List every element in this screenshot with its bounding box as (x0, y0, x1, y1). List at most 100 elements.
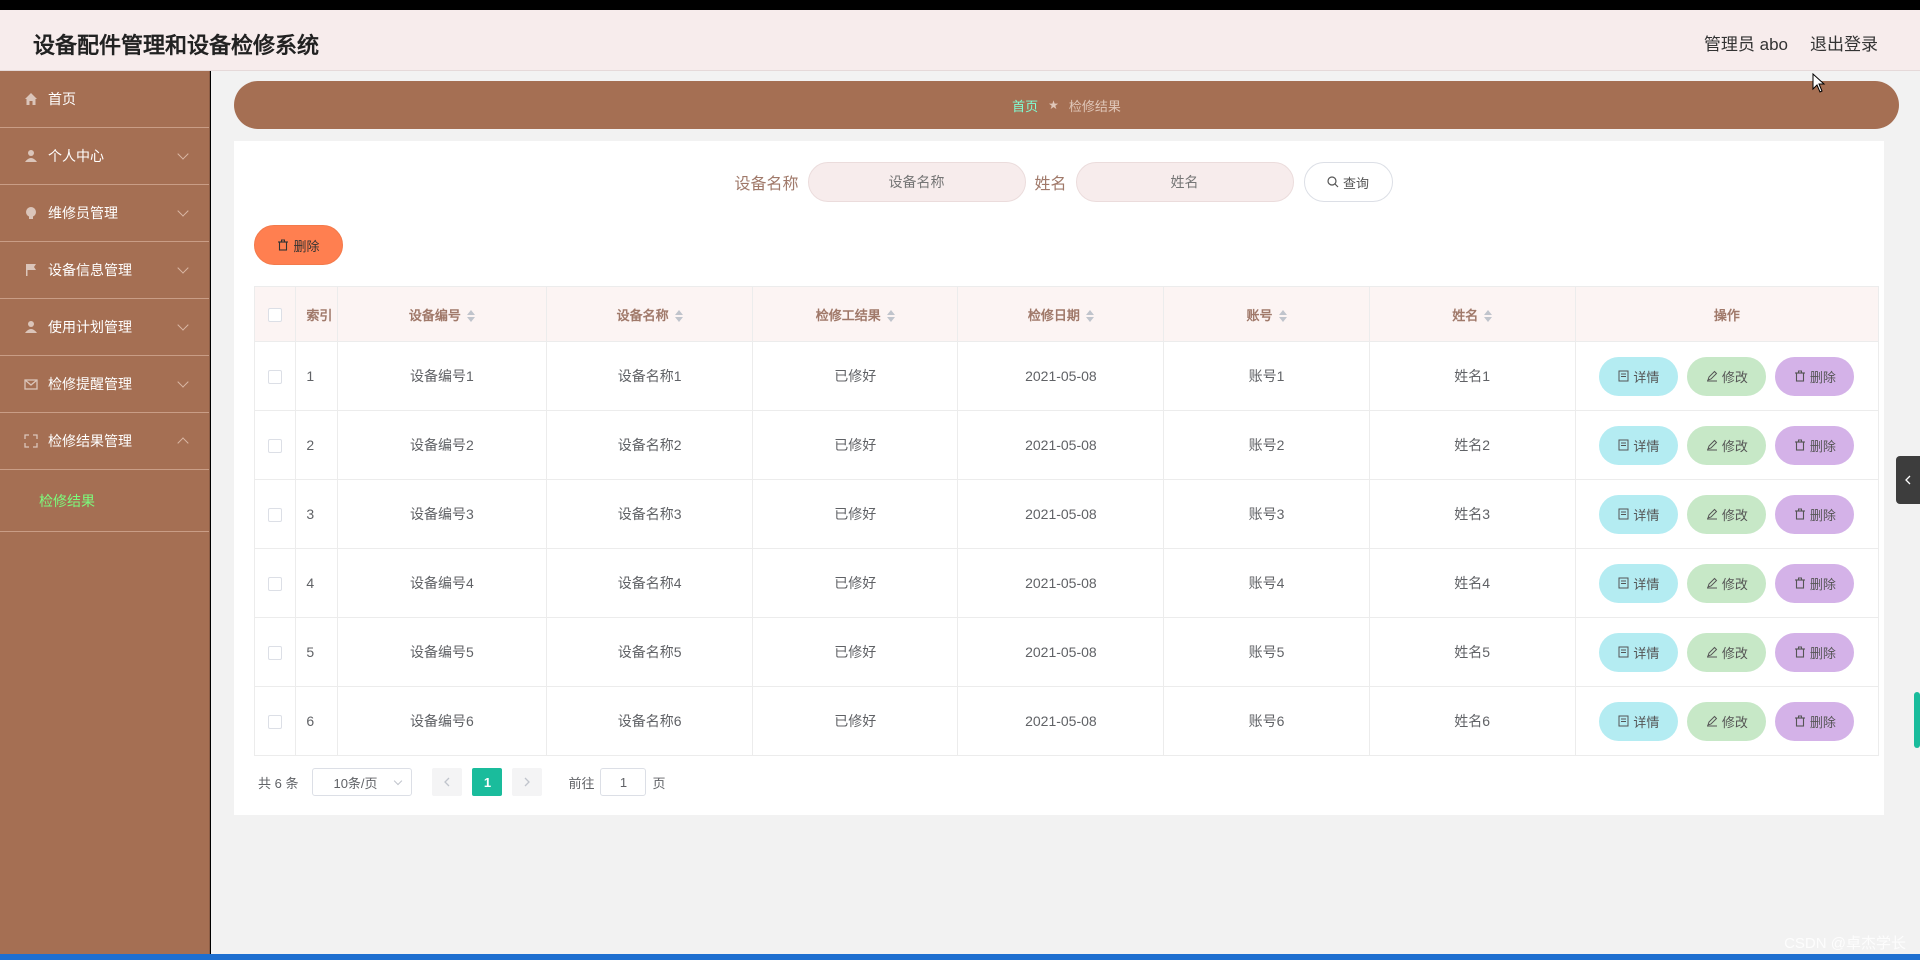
cell-person: 姓名5 (1368, 617, 1576, 687)
column-header-device-code[interactable]: 设备编号 (336, 286, 548, 342)
column-header-account[interactable]: 账号 (1163, 286, 1370, 342)
sort-icon[interactable] (1484, 310, 1493, 323)
content-panel: 设备名称 姓名 查询 删除 索引 设备编号 设备名称 (234, 141, 1884, 815)
chevron-down-icon (394, 776, 403, 786)
goto-page-input[interactable] (600, 768, 647, 796)
detail-button[interactable]: 详情 (1599, 425, 1679, 465)
prev-page-button[interactable] (432, 768, 463, 796)
detail-button[interactable]: 详情 (1599, 494, 1679, 534)
chevron-down-icon (177, 319, 189, 331)
row-checkbox[interactable] (268, 439, 283, 454)
cell-date: 2021-05-08 (957, 548, 1165, 618)
edit-button[interactable]: 修改 (1687, 356, 1767, 396)
column-header-actions: 操作 (1574, 286, 1880, 342)
edit-label: 修改 (1721, 576, 1748, 592)
row-checkbox[interactable] (268, 508, 283, 523)
detail-button[interactable]: 详情 (1599, 563, 1679, 603)
column-header-label: 检修工结果 (815, 307, 881, 323)
sort-icon[interactable] (466, 310, 475, 323)
edit-button[interactable]: 修改 (1687, 425, 1767, 465)
page-number-current[interactable]: 1 (472, 768, 503, 796)
column-header-label: 姓名 (1452, 307, 1479, 323)
row-select-cell (253, 410, 297, 480)
sidebar-item-label: 个人中心 (48, 148, 104, 164)
delete-row-button[interactable]: 删除 (1775, 494, 1855, 534)
detail-button[interactable]: 详情 (1599, 701, 1679, 741)
logout-button[interactable]: 退出登录 (1810, 30, 1878, 55)
search-button[interactable]: 查询 (1303, 162, 1393, 202)
cell-account: 账号1 (1163, 341, 1370, 411)
sidebar-item-maintenance-result[interactable]: 检修结果管理 (0, 413, 209, 470)
chevron-left-icon (444, 777, 450, 787)
sort-icon[interactable] (1278, 310, 1287, 323)
cell-device-code: 设备编号4 (336, 548, 548, 618)
sidebar-item-personal-center[interactable]: 个人中心 (0, 128, 209, 185)
row-checkbox[interactable] (268, 577, 283, 592)
chevron-down-icon (177, 262, 189, 274)
scrollbar-thumb[interactable] (1914, 692, 1920, 748)
sidebar-subitem-maintenance-result[interactable]: 检修结果 (0, 470, 209, 532)
flag-icon (22, 261, 40, 279)
detail-label: 详情 (1633, 576, 1660, 592)
cell-device-code: 设备编号1 (336, 341, 548, 411)
edit-button[interactable]: 修改 (1687, 701, 1767, 741)
detail-button[interactable]: 详情 (1599, 632, 1679, 672)
column-header-result[interactable]: 检修工结果 (752, 286, 959, 342)
page-size-select[interactable]: 10条/页 (312, 768, 413, 796)
device-name-input[interactable] (807, 162, 1026, 202)
sidebar-item-maintenance-reminder[interactable]: 检修提醒管理 (0, 356, 209, 413)
cell-person: 姓名3 (1368, 479, 1576, 549)
cell-account: 账号4 (1163, 548, 1370, 618)
sidebar-item-label: 首页 (48, 91, 76, 107)
table-row: 3 设备编号3 设备名称3 已修好 2021-05-08 账号3 姓名3 详情 修改 删除 (253, 479, 1880, 549)
edit-icon (1706, 577, 1718, 589)
select-all-checkbox[interactable] (268, 307, 283, 322)
table-row: 5 设备编号5 设备名称5 已修好 2021-05-08 账号5 姓名5 详情 修改 删除 (253, 617, 1880, 687)
fullscreen-icon (22, 432, 40, 450)
sort-icon[interactable] (1085, 310, 1094, 323)
next-page-button[interactable] (512, 768, 543, 796)
cell-result: 已修好 (752, 686, 959, 756)
column-header-device-name[interactable]: 设备名称 (546, 286, 754, 342)
delete-row-button[interactable]: 删除 (1775, 632, 1855, 672)
delete-row-button[interactable]: 删除 (1775, 701, 1855, 741)
delete-label: 删除 (1809, 714, 1836, 730)
batch-delete-button[interactable]: 删除 (254, 225, 343, 265)
sidebar-item-label: 检修结果管理 (48, 433, 132, 449)
person-name-input[interactable] (1075, 162, 1294, 202)
cell-actions: 详情 修改 删除 (1574, 548, 1880, 618)
delete-row-button[interactable]: 删除 (1775, 425, 1855, 465)
goto-suffix: 页 (652, 775, 666, 791)
sidebar-item-repairman[interactable]: 维修员管理 (0, 185, 209, 242)
row-checkbox[interactable] (268, 370, 283, 385)
detail-label: 详情 (1633, 714, 1660, 730)
cell-account: 账号3 (1163, 479, 1370, 549)
row-select-cell (253, 686, 297, 756)
cell-date: 2021-05-08 (957, 686, 1165, 756)
delete-row-button[interactable]: 删除 (1775, 563, 1855, 603)
cell-index: 3 (295, 479, 338, 549)
sidebar-item-device-info[interactable]: 设备信息管理 (0, 242, 209, 299)
trash-icon (278, 239, 289, 251)
column-header-person[interactable]: 姓名 (1368, 286, 1576, 342)
breadcrumb: 首页 ★ 检修结果 (234, 81, 1899, 129)
collapse-panel-tab[interactable] (1896, 456, 1920, 504)
row-checkbox[interactable] (268, 715, 283, 730)
delete-row-button[interactable]: 删除 (1775, 356, 1855, 396)
cell-date: 2021-05-08 (957, 617, 1165, 687)
column-header-date[interactable]: 检修日期 (957, 286, 1165, 342)
edit-button[interactable]: 修改 (1687, 563, 1767, 603)
edit-button[interactable]: 修改 (1687, 632, 1767, 672)
edit-button[interactable]: 修改 (1687, 494, 1767, 534)
cell-actions: 详情 修改 删除 (1574, 341, 1880, 411)
detail-button[interactable]: 详情 (1599, 356, 1679, 396)
row-checkbox[interactable] (268, 646, 283, 661)
document-icon (1618, 370, 1629, 382)
sidebar-item-usage-plan[interactable]: 使用计划管理 (0, 299, 209, 356)
trash-icon (1794, 646, 1805, 658)
sidebar-item-home[interactable]: 首页 (0, 71, 209, 128)
breadcrumb-home-link[interactable]: 首页 (1012, 96, 1038, 115)
sort-icon[interactable] (674, 310, 683, 323)
sort-icon[interactable] (886, 310, 895, 323)
chevron-down-icon (177, 205, 189, 217)
